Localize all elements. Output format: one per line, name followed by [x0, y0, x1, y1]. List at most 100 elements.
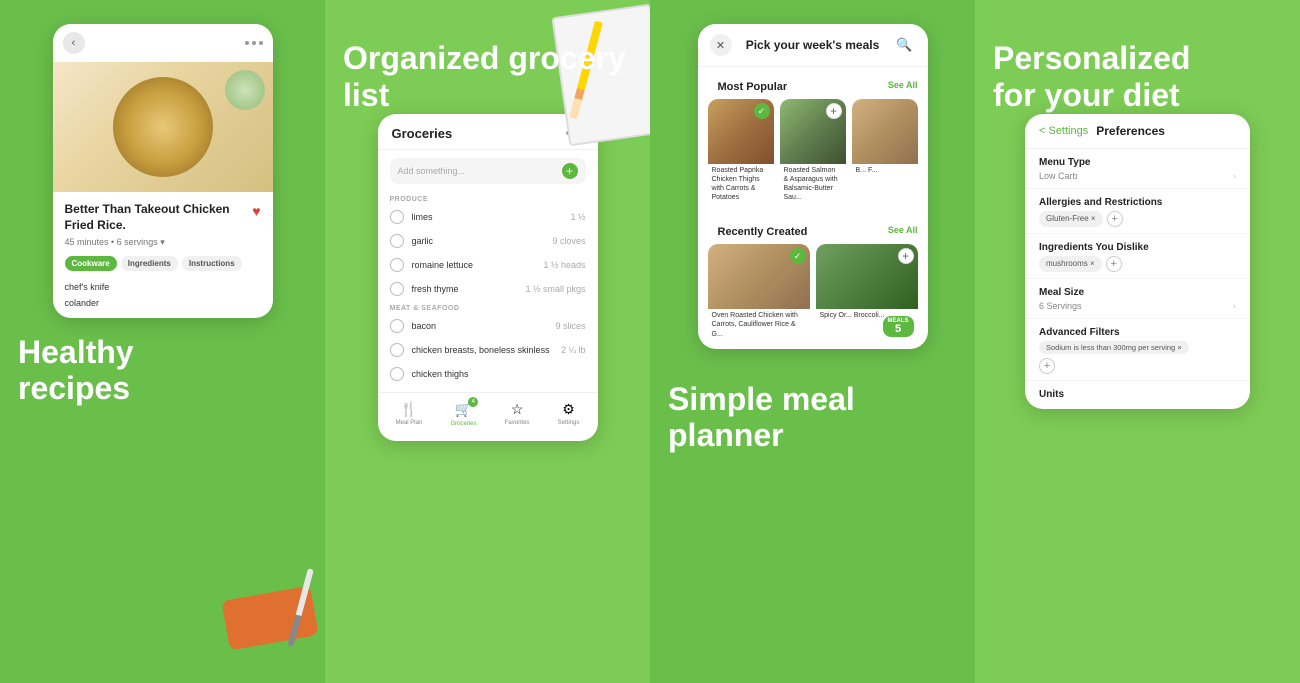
- plus-badge-2: +: [826, 103, 842, 119]
- mp-title: Pick your week's meals: [746, 38, 880, 52]
- item-qty: 1 ½ heads: [543, 260, 585, 270]
- grocery-item-bacon: bacon 9 slices: [378, 314, 598, 338]
- item-name: garlic: [412, 236, 545, 246]
- check-badge-recent-1: ✓: [790, 248, 806, 264]
- meal-card-2[interactable]: + Roasted Salmon & Asparagus with Balsam…: [780, 99, 846, 204]
- nav-favorites[interactable]: ☆ Favorites: [505, 401, 530, 427]
- recipe-title-row: Better Than Takeout Chicken Fried Rice. …: [65, 202, 261, 233]
- check-circle[interactable]: [390, 210, 404, 224]
- item-name: fresh thyme: [412, 284, 518, 294]
- menu-type-title: Menu Type: [1039, 157, 1236, 168]
- mushrooms-tag[interactable]: mushrooms ×: [1039, 256, 1102, 272]
- heading-grocery: Organized grocery list: [343, 40, 632, 114]
- check-badge-1: ✓: [754, 103, 770, 119]
- cookware-item-2: colander: [65, 295, 261, 311]
- preferences-title: Preferences: [1096, 124, 1165, 138]
- tab-row: Cookware Ingredients Instructions: [65, 256, 261, 271]
- item-qty: 9 slices: [555, 321, 585, 331]
- section-meat: MEAT & SEAFOOD: [378, 301, 598, 314]
- gluten-free-tag[interactable]: Gluten-Free ×: [1039, 211, 1103, 227]
- check-circle[interactable]: [390, 234, 404, 248]
- food-image: [53, 62, 273, 192]
- item-name: chicken thighs: [412, 369, 578, 379]
- garnish-decor: [225, 70, 265, 110]
- advanced-filter-tags: Sodium is less than 300mg per serving ×: [1039, 341, 1236, 354]
- meal-label-3: B... F...: [852, 164, 918, 177]
- heart-icon[interactable]: ♥: [252, 203, 260, 219]
- tab-cookware[interactable]: Cookware: [65, 256, 117, 271]
- fried-rice-image: [113, 77, 213, 177]
- meal-card-3[interactable]: B... F...: [852, 99, 918, 204]
- sodium-filter-tag[interactable]: Sodium is less than 300mg per serving ×: [1039, 341, 1189, 354]
- cutting-board-decor: [225, 593, 315, 643]
- grocery-item-chicken-breasts: chicken breasts, boneless skinless 2 ¼ l…: [378, 338, 598, 362]
- menu-type-value[interactable]: Low Carb ›: [1039, 171, 1236, 182]
- nav-groceries[interactable]: 🛒 4 Groceries: [451, 401, 477, 427]
- pref-section-units: Units: [1025, 381, 1250, 409]
- search-button[interactable]: 🔍: [893, 34, 915, 56]
- tab-instructions[interactable]: Instructions: [182, 256, 242, 271]
- nav-groceries-label: Groceries: [451, 421, 477, 427]
- close-button[interactable]: ✕: [710, 34, 732, 56]
- add-dislike-button[interactable]: +: [1106, 256, 1122, 272]
- grocery-item-chicken-thighs: chicken thighs: [378, 362, 598, 386]
- units-title: Units: [1039, 389, 1236, 400]
- check-circle[interactable]: [390, 282, 404, 296]
- nav-settings[interactable]: ⚙ Settings: [558, 401, 580, 427]
- recent-meal-card-1[interactable]: ✓ Oven Roasted Chicken with Carrots, Cau…: [708, 244, 810, 340]
- settings-icon: ⚙: [562, 401, 575, 418]
- panel-healthy-recipes: ‹ Better Than Takeout Chicken Fried Rice…: [0, 0, 325, 683]
- nav-meal-plan[interactable]: 🍴 Meal Plan: [396, 401, 423, 427]
- meal-label-1: Roasted Paprika Chicken Thighs with Carr…: [708, 164, 774, 204]
- check-circle[interactable]: [390, 367, 404, 381]
- meal-label-2: Roasted Salmon & Asparagus with Balsamic…: [780, 164, 846, 204]
- cookware-list: chef's knife colander: [65, 279, 261, 311]
- allergies-title: Allergies and Restrictions: [1039, 197, 1236, 208]
- pref-section-menu-type: Menu Type Low Carb ›: [1025, 149, 1250, 189]
- recipe-card: ‹ Better Than Takeout Chicken Fried Rice…: [53, 24, 273, 318]
- meal-image-3: [852, 99, 918, 164]
- check-circle[interactable]: [390, 319, 404, 333]
- pref-section-allergies: Allergies and Restrictions Gluten-Free ×…: [1025, 189, 1250, 234]
- item-qty: 1 ½: [570, 212, 585, 222]
- see-all-popular[interactable]: See All: [888, 80, 918, 90]
- dot3: [259, 41, 263, 45]
- groceries-title: Groceries: [392, 126, 453, 141]
- heading-healthy: Healthy recipes: [18, 334, 134, 408]
- meals-count-badge: MEALS 5: [883, 316, 914, 337]
- add-allergy-button[interactable]: +: [1107, 211, 1123, 227]
- preferences-header: < Settings Preferences: [1025, 114, 1250, 149]
- dots-menu[interactable]: [245, 41, 263, 45]
- nav-badge-groceries: 🛒 4: [455, 401, 472, 419]
- recipe-meta: 45 minutes • 6 servings ▾: [65, 237, 261, 248]
- add-filter-button[interactable]: +: [1039, 358, 1055, 374]
- pref-section-advanced: Advanced Filters Sodium is less than 300…: [1025, 319, 1250, 381]
- tab-ingredients[interactable]: Ingredients: [121, 256, 178, 271]
- recent-meal-card-2[interactable]: + MEALS 5 Spicy Or... Broccoli...: [816, 244, 918, 340]
- mp-header: ✕ Pick your week's meals 🔍: [698, 24, 928, 67]
- meal-planner-card: ✕ Pick your week's meals 🔍 Most Popular …: [698, 24, 928, 349]
- recent-meal-grid: ✓ Oven Roasted Chicken with Carrots, Cau…: [698, 244, 928, 348]
- item-qty: 2 ¼ lb: [561, 345, 586, 355]
- recently-created-header: Recently Created See All: [698, 212, 928, 244]
- nav-meal-plan-label: Meal Plan: [396, 420, 423, 426]
- check-circle[interactable]: [390, 343, 404, 357]
- grocery-item-romaine: romaine lettuce 1 ½ heads: [378, 253, 598, 277]
- item-name: limes: [412, 212, 563, 222]
- most-popular-label: Most Popular: [708, 73, 798, 97]
- chevron-right-icon: ›: [1233, 171, 1236, 182]
- settings-back-link[interactable]: < Settings: [1039, 125, 1088, 137]
- knife-icon: [287, 568, 314, 647]
- meal-size-value[interactable]: 6 Servings ›: [1039, 301, 1236, 312]
- check-circle[interactable]: [390, 258, 404, 272]
- heading-meal-planner: Simple meal planner: [668, 365, 855, 455]
- meal-card-1[interactable]: ✓ Roasted Paprika Chicken Thighs with Ca…: [708, 99, 774, 204]
- grocery-item-limes: limes 1 ½: [378, 205, 598, 229]
- see-all-recent[interactable]: See All: [888, 225, 918, 235]
- grocery-item-thyme: fresh thyme 1 ½ small pkgs: [378, 277, 598, 301]
- back-button[interactable]: ‹: [63, 32, 85, 54]
- item-name: bacon: [412, 321, 548, 331]
- meal-plan-icon: 🍴: [400, 401, 417, 418]
- panel-personalized-diet: Personalized for your diet < Settings Pr…: [975, 0, 1300, 683]
- phone-header: ‹: [53, 24, 273, 62]
